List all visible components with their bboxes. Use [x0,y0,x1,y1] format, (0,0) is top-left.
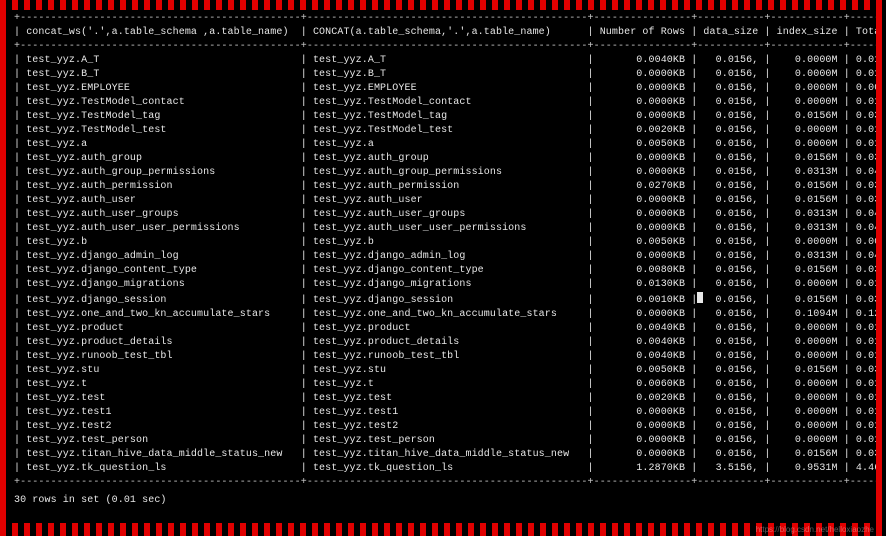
output-line: | test_yyz.auth_user_groups | test_yyz.a… [14,208,872,222]
output-line: | test_yyz.tk_question_ls | test_yyz.tk_… [14,462,872,476]
output-line: | test_yyz.TestModel_tag | test_yyz.Test… [14,110,872,124]
output-line: | test_yyz.auth_permission | test_yyz.au… [14,180,872,194]
output-line: | test_yyz.TestModel_test | test_yyz.Tes… [14,124,872,138]
output-line: | test_yyz.a | test_yyz.a | 0.0050KB | 0… [14,138,872,152]
output-line: | test_yyz.auth_group | test_yyz.auth_gr… [14,152,872,166]
output-line: | test_yyz.product_details | test_yyz.pr… [14,336,872,350]
status-line: 30 rows in set (0.01 sec) [14,494,872,508]
output-line: +---------------------------------------… [14,476,872,490]
output-line: | test_yyz.django_migrations | test_yyz.… [14,278,872,292]
output-line: | test_yyz.EMPLOYEE | test_yyz.EMPLOYEE … [14,82,872,96]
output-line: | test_yyz.auth_user_user_permissions | … [14,222,872,236]
output-line: | test_yyz.django_session | test_yyz.dja… [14,292,872,308]
output-line: | test_yyz.one_and_two_kn_accumulate_sta… [14,308,872,322]
output-line: | test_yyz.django_content_type | test_yy… [14,264,872,278]
terminal[interactable]: +---------------------------------------… [10,10,876,523]
output-line: | test_yyz.auth_group_permissions | test… [14,166,872,180]
output-line: | test_yyz.TestModel_contact | test_yyz.… [14,96,872,110]
output-line: | test_yyz.titan_hive_data_middle_status… [14,448,872,462]
watermark: https://blog.csdn.net/helloxiaozhe [756,525,874,534]
output-line: | test_yyz.test1 | test_yyz.test1 | 0.00… [14,406,872,420]
output-line: | test_yyz.stu | test_yyz.stu | 0.0050KB… [14,364,872,378]
output-line: | test_yyz.test2 | test_yyz.test2 | 0.00… [14,420,872,434]
output-line: +---------------------------------------… [14,12,872,26]
output-line: | test_yyz.A_T | test_yyz.A_T | 0.0040KB… [14,54,872,68]
output-line: | concat_ws('.',a.table_schema ,a.table_… [14,26,872,40]
output-line: | test_yyz.auth_user | test_yyz.auth_use… [14,194,872,208]
output-line: | test_yyz.B_T | test_yyz.B_T | 0.0000KB… [14,68,872,82]
output-line: | test_yyz.product | test_yyz.product | … [14,322,872,336]
query-result-table: +---------------------------------------… [14,12,872,490]
output-line: +---------------------------------------… [14,40,872,54]
cursor [697,292,703,303]
output-line: | test_yyz.django_admin_log | test_yyz.d… [14,250,872,264]
output-line: | test_yyz.test_person | test_yyz.test_p… [14,434,872,448]
output-line: | test_yyz.b | test_yyz.b | 0.0050KB | 0… [14,236,872,250]
output-line: | test_yyz.test | test_yyz.test | 0.0020… [14,392,872,406]
output-line: | test_yyz.t | test_yyz.t | 0.0060KB | 0… [14,378,872,392]
output-line: | test_yyz.runoob_test_tbl | test_yyz.ru… [14,350,872,364]
